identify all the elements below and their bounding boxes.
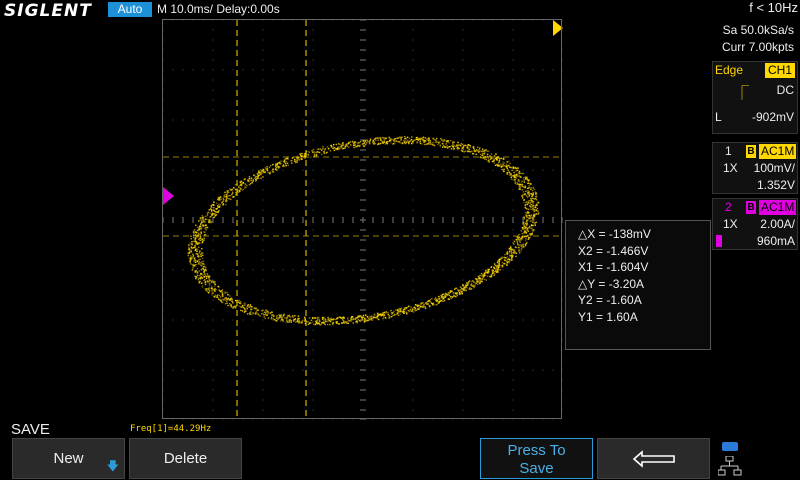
cursor-x2: X2 = -1.466V xyxy=(578,243,649,258)
channel-1-scale: 100mV/ xyxy=(753,161,795,175)
trigger-panel[interactable]: Edge CH1 ⎾ DC L -902mV xyxy=(712,61,798,134)
waveform-display[interactable] xyxy=(162,19,563,420)
channel-2-panel[interactable]: 2 B AC1M 1X 2.00A/ 960mA xyxy=(712,198,798,250)
trigger-level-label: L xyxy=(715,110,722,124)
menu-title: SAVE xyxy=(11,421,50,438)
channel-2-offset: 960mA xyxy=(756,234,795,248)
cursor-delta-x: △X = -138mV xyxy=(578,227,651,241)
channel-1-number: 1 xyxy=(725,144,732,158)
cursor-y2: Y2 = -1.60A xyxy=(578,293,642,307)
channel-1-coupling: AC1M xyxy=(759,144,797,159)
delete-button[interactable]: Delete xyxy=(129,438,242,479)
acquisition-panel[interactable]: Sa 50.0kSa/s Curr 7.00kpts xyxy=(712,22,798,60)
falling-edge-icon: ⎾ xyxy=(735,85,749,101)
network-status-icon xyxy=(718,440,744,478)
channel-2-coupling: AC1M xyxy=(759,200,797,215)
trigger-frequency-readout: f < 10Hz xyxy=(749,0,798,15)
trigger-mode-badge: Auto xyxy=(108,2,152,17)
press-to-save-label: Press To xyxy=(507,442,566,459)
frequency-measurement: Freq[1]=44.29Hz xyxy=(130,424,212,434)
return-arrow-icon xyxy=(632,450,675,468)
channel-2-number: 2 xyxy=(725,200,732,214)
return-button[interactable] xyxy=(597,438,710,479)
channel-1-probe: 1X xyxy=(723,161,738,175)
trigger-coupling: DC xyxy=(776,83,794,97)
cursor-x1: X1 = -1.604V xyxy=(578,260,649,274)
trigger-source-badge: CH1 xyxy=(764,63,795,78)
xy-trace xyxy=(187,135,540,326)
channel-1-offset: 1.352V xyxy=(756,178,795,192)
channel-2-probe: 1X xyxy=(723,217,738,231)
memory-depth: Curr 7.00kpts xyxy=(721,40,794,54)
cursor-y1: Y1 = 1.60A xyxy=(578,309,638,324)
arrow-down-icon: 🡇 xyxy=(106,459,119,473)
bandwidth-limit-icon: B xyxy=(746,201,756,214)
current-probe-icon xyxy=(716,235,722,247)
press-to-save-button[interactable]: Press To Save xyxy=(480,438,593,479)
cursor-readout-panel: △X = -138mV X2 = -1.466V X1 = -1.604V △Y… xyxy=(565,220,711,350)
siglent-logo: SIGLENT xyxy=(4,1,92,21)
delete-button-label: Delete xyxy=(163,450,208,467)
trigger-level: -902mV xyxy=(751,110,794,124)
bandwidth-limit-icon: B xyxy=(746,145,756,158)
timebase-readout: M 10.0ms/ Delay:0.00s xyxy=(157,2,280,16)
press-to-save-label-2: Save xyxy=(519,460,554,477)
xy-plot-area xyxy=(163,20,563,420)
new-button[interactable]: New 🡇 xyxy=(12,438,125,479)
cursor-delta-y: △Y = -3.20A xyxy=(578,276,645,291)
sample-rate: Sa 50.0kSa/s xyxy=(722,23,794,37)
channel-1-panel[interactable]: 1 B AC1M 1X 100mV/ 1.352V xyxy=(712,142,798,194)
channel-2-scale: 2.00A/ xyxy=(760,217,795,231)
trigger-type: Edge xyxy=(715,63,744,77)
